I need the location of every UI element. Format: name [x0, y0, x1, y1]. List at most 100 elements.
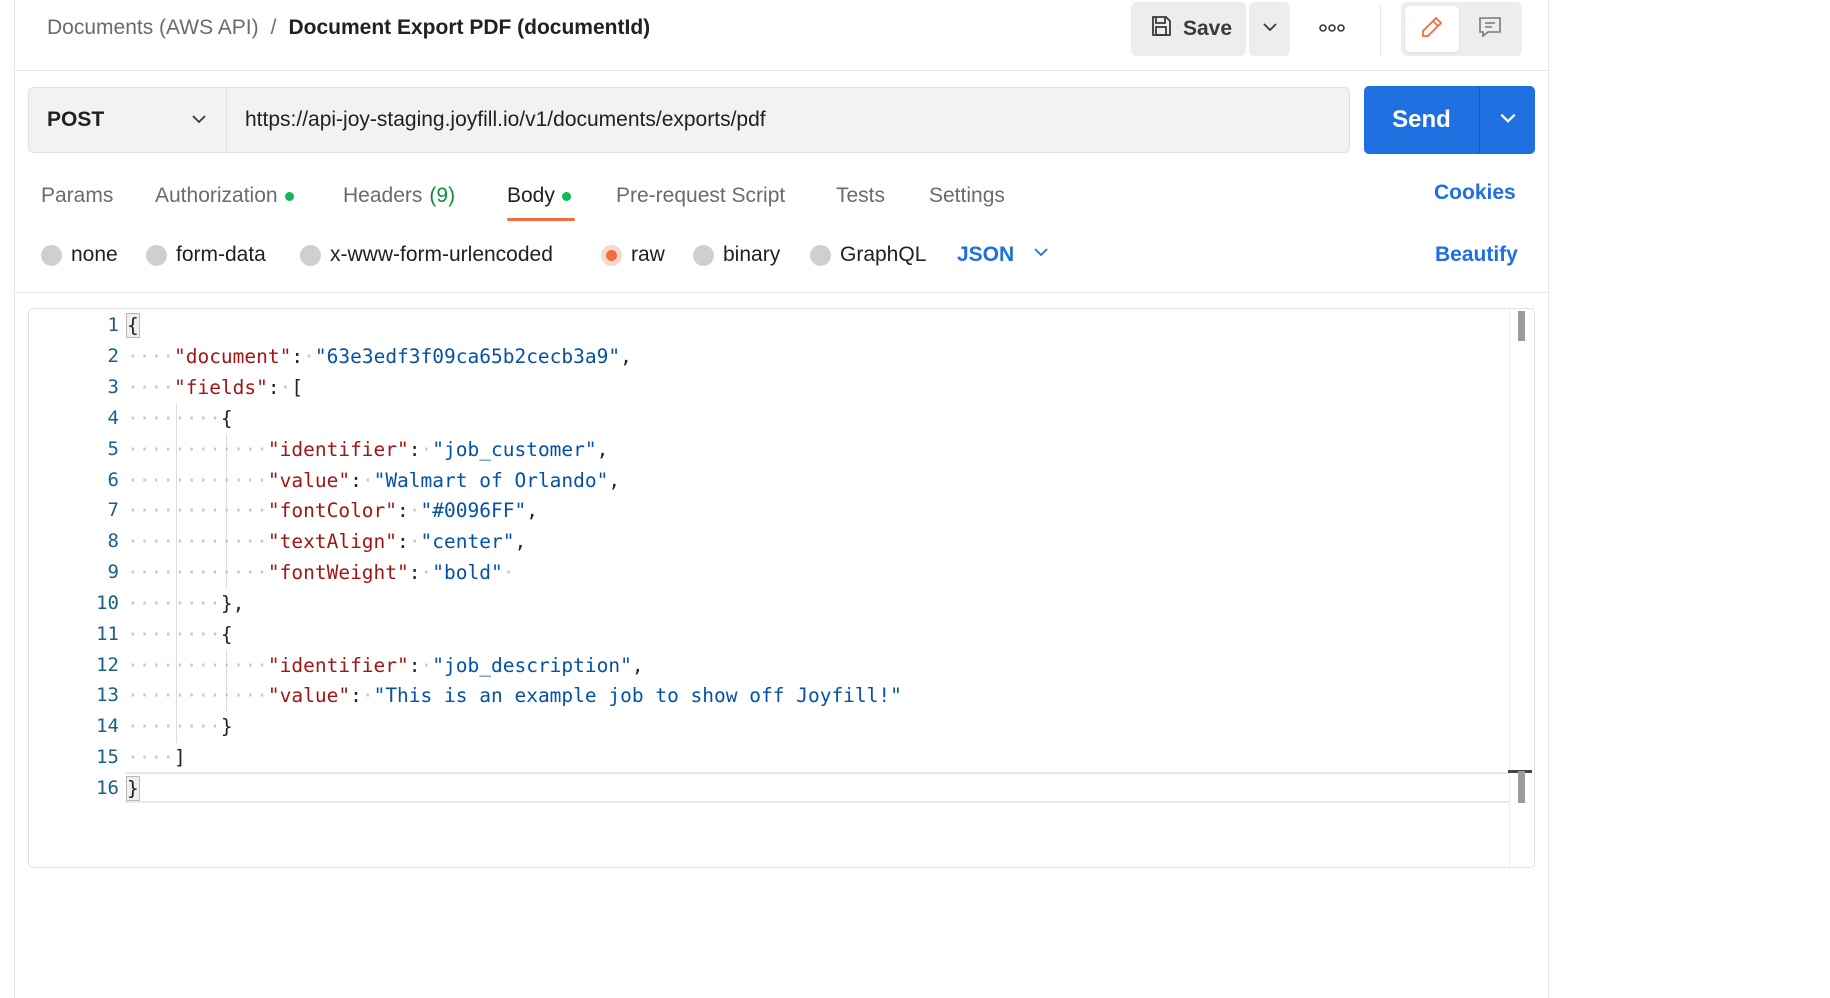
line-number: 5: [107, 438, 119, 460]
json-key: "fontWeight": [267, 561, 409, 584]
body-language-select[interactable]: JSON: [957, 243, 1050, 267]
tab-body[interactable]: Body: [507, 181, 571, 211]
tab-prerequest-label: Pre-request Script: [616, 184, 786, 207]
json-string: "This is an example job to show off Joyf…: [373, 684, 902, 707]
beautify-button[interactable]: Beautify: [1435, 243, 1518, 267]
radio-none-label: none: [71, 243, 118, 266]
json-key: "identifier": [267, 438, 409, 461]
code-line: {: [126, 313, 140, 338]
json-key: "value": [267, 684, 351, 707]
code-line: ············"identifier":·"job_customer"…: [127, 438, 609, 461]
line-number: 4: [107, 407, 119, 429]
tab-body-label: Body: [507, 184, 555, 207]
radio-urlencoded-label: x-www-form-urlencoded: [330, 243, 553, 266]
json-key: "fields": [173, 376, 268, 399]
radio-circle: [693, 244, 714, 266]
code-line: ············"fontWeight":·"bold"·: [127, 561, 515, 584]
edit-mode-button[interactable]: [1405, 6, 1459, 52]
json-string: "bold": [432, 561, 503, 584]
radio-circle-checked: [601, 244, 622, 266]
tab-prerequest-script[interactable]: Pre-request Script: [616, 181, 785, 211]
radio-circle: [146, 244, 167, 266]
method-select[interactable]: POST: [28, 87, 226, 153]
mode-toggle: [1401, 2, 1522, 56]
radio-none[interactable]: none: [41, 243, 118, 267]
tab-tests-label: Tests: [836, 184, 886, 207]
radio-graphql[interactable]: GraphQL: [810, 243, 926, 267]
url-input[interactable]: [227, 88, 1349, 152]
line-number: 10: [96, 592, 119, 614]
json-key: "fontColor": [267, 499, 398, 522]
code-line: ············"fontColor":·"#0096FF",: [127, 499, 538, 522]
json-string: "63e3edf3f09ca65b2cecb3a9": [314, 345, 621, 368]
request-title[interactable]: Document Export PDF (documentId): [288, 16, 650, 40]
radio-graphql-label: GraphQL: [840, 243, 927, 266]
line-number: 11: [96, 623, 119, 645]
cookies-link[interactable]: Cookies: [1434, 181, 1516, 205]
tab-settings-label: Settings: [929, 184, 1005, 207]
body-language-value: JSON: [957, 243, 1015, 266]
radio-raw[interactable]: raw: [601, 243, 665, 267]
line-number: 8: [107, 530, 119, 552]
more-actions-button[interactable]: [1310, 8, 1354, 50]
radio-binary[interactable]: binary: [693, 243, 780, 267]
breadcrumb-collection[interactable]: Documents (AWS API): [47, 16, 259, 40]
line-number-gutter: 1 2 3 4 5 6 7 8 9 10 11 12 13 14 15 16: [29, 309, 119, 867]
headers-count: (9): [429, 184, 456, 207]
line-number: 14: [96, 715, 119, 737]
send-button[interactable]: Send: [1364, 86, 1479, 154]
line-number: 2: [107, 345, 119, 367]
scrollbar-thumb[interactable]: [1518, 311, 1525, 341]
radio-raw-label: raw: [631, 243, 665, 266]
chevron-down-icon: [1032, 243, 1050, 267]
code-line: ········{: [127, 623, 233, 646]
save-options-button[interactable]: [1249, 2, 1290, 56]
status-dot: [561, 191, 571, 201]
json-key: "identifier": [267, 654, 409, 677]
send-options-button[interactable]: [1480, 86, 1535, 154]
line-number: 6: [107, 469, 119, 491]
radio-form-data[interactable]: form-data: [146, 243, 266, 267]
chevron-down-icon: [1261, 18, 1279, 41]
json-string: "#0096FF": [420, 499, 527, 522]
save-label: Save: [1183, 17, 1233, 40]
active-tab-indicator: [507, 218, 575, 221]
breadcrumb: Documents (AWS API) / Document Export PD…: [47, 16, 650, 40]
breadcrumb-separator: /: [270, 16, 277, 39]
save-icon: [1149, 14, 1173, 44]
radio-circle: [300, 244, 321, 266]
right-border: [1548, 0, 1549, 998]
tab-params[interactable]: Params: [41, 181, 113, 211]
code-line: ····]: [127, 746, 186, 769]
json-string: "job_description": [432, 654, 632, 677]
save-button[interactable]: Save: [1131, 2, 1246, 56]
radio-circle: [810, 244, 831, 266]
chevron-down-icon: [190, 110, 208, 134]
line-number: 16: [96, 777, 119, 799]
tab-params-label: Params: [41, 184, 114, 207]
more-icon: [1319, 20, 1345, 38]
tab-tests[interactable]: Tests: [836, 181, 885, 211]
scrollbar-marker: [1518, 771, 1525, 803]
header-divider: [1380, 6, 1381, 56]
line-number: 12: [96, 654, 119, 676]
code-line: ········{: [127, 407, 233, 430]
request-header: Documents (AWS API) / Document Export PD…: [15, 0, 1548, 71]
code-editor[interactable]: 1 2 3 4 5 6 7 8 9 10 11 12 13 14 15 16 {…: [28, 308, 1535, 868]
json-string: "job_customer": [432, 438, 597, 461]
editor-scrollbar[interactable]: [1508, 309, 1534, 867]
section-divider: [15, 292, 1548, 293]
json-key: "document": [173, 345, 292, 368]
code-line: ············"value":·"This is an example…: [127, 684, 902, 707]
code-line: }: [126, 776, 140, 801]
code-line: ········}: [127, 715, 233, 738]
tab-authorization[interactable]: Authorization: [155, 181, 294, 211]
comments-button[interactable]: [1463, 6, 1517, 52]
tab-settings[interactable]: Settings: [929, 181, 1005, 211]
tab-headers[interactable]: Headers (9): [343, 181, 455, 211]
radio-urlencoded[interactable]: x-www-form-urlencoded: [300, 243, 553, 267]
json-string: "Walmart of Orlando": [373, 469, 609, 492]
url-field: [226, 87, 1350, 153]
code-content: { ····"document":·"63e3edf3f09ca65b2cecb…: [126, 309, 1507, 867]
radio-circle: [41, 244, 62, 266]
